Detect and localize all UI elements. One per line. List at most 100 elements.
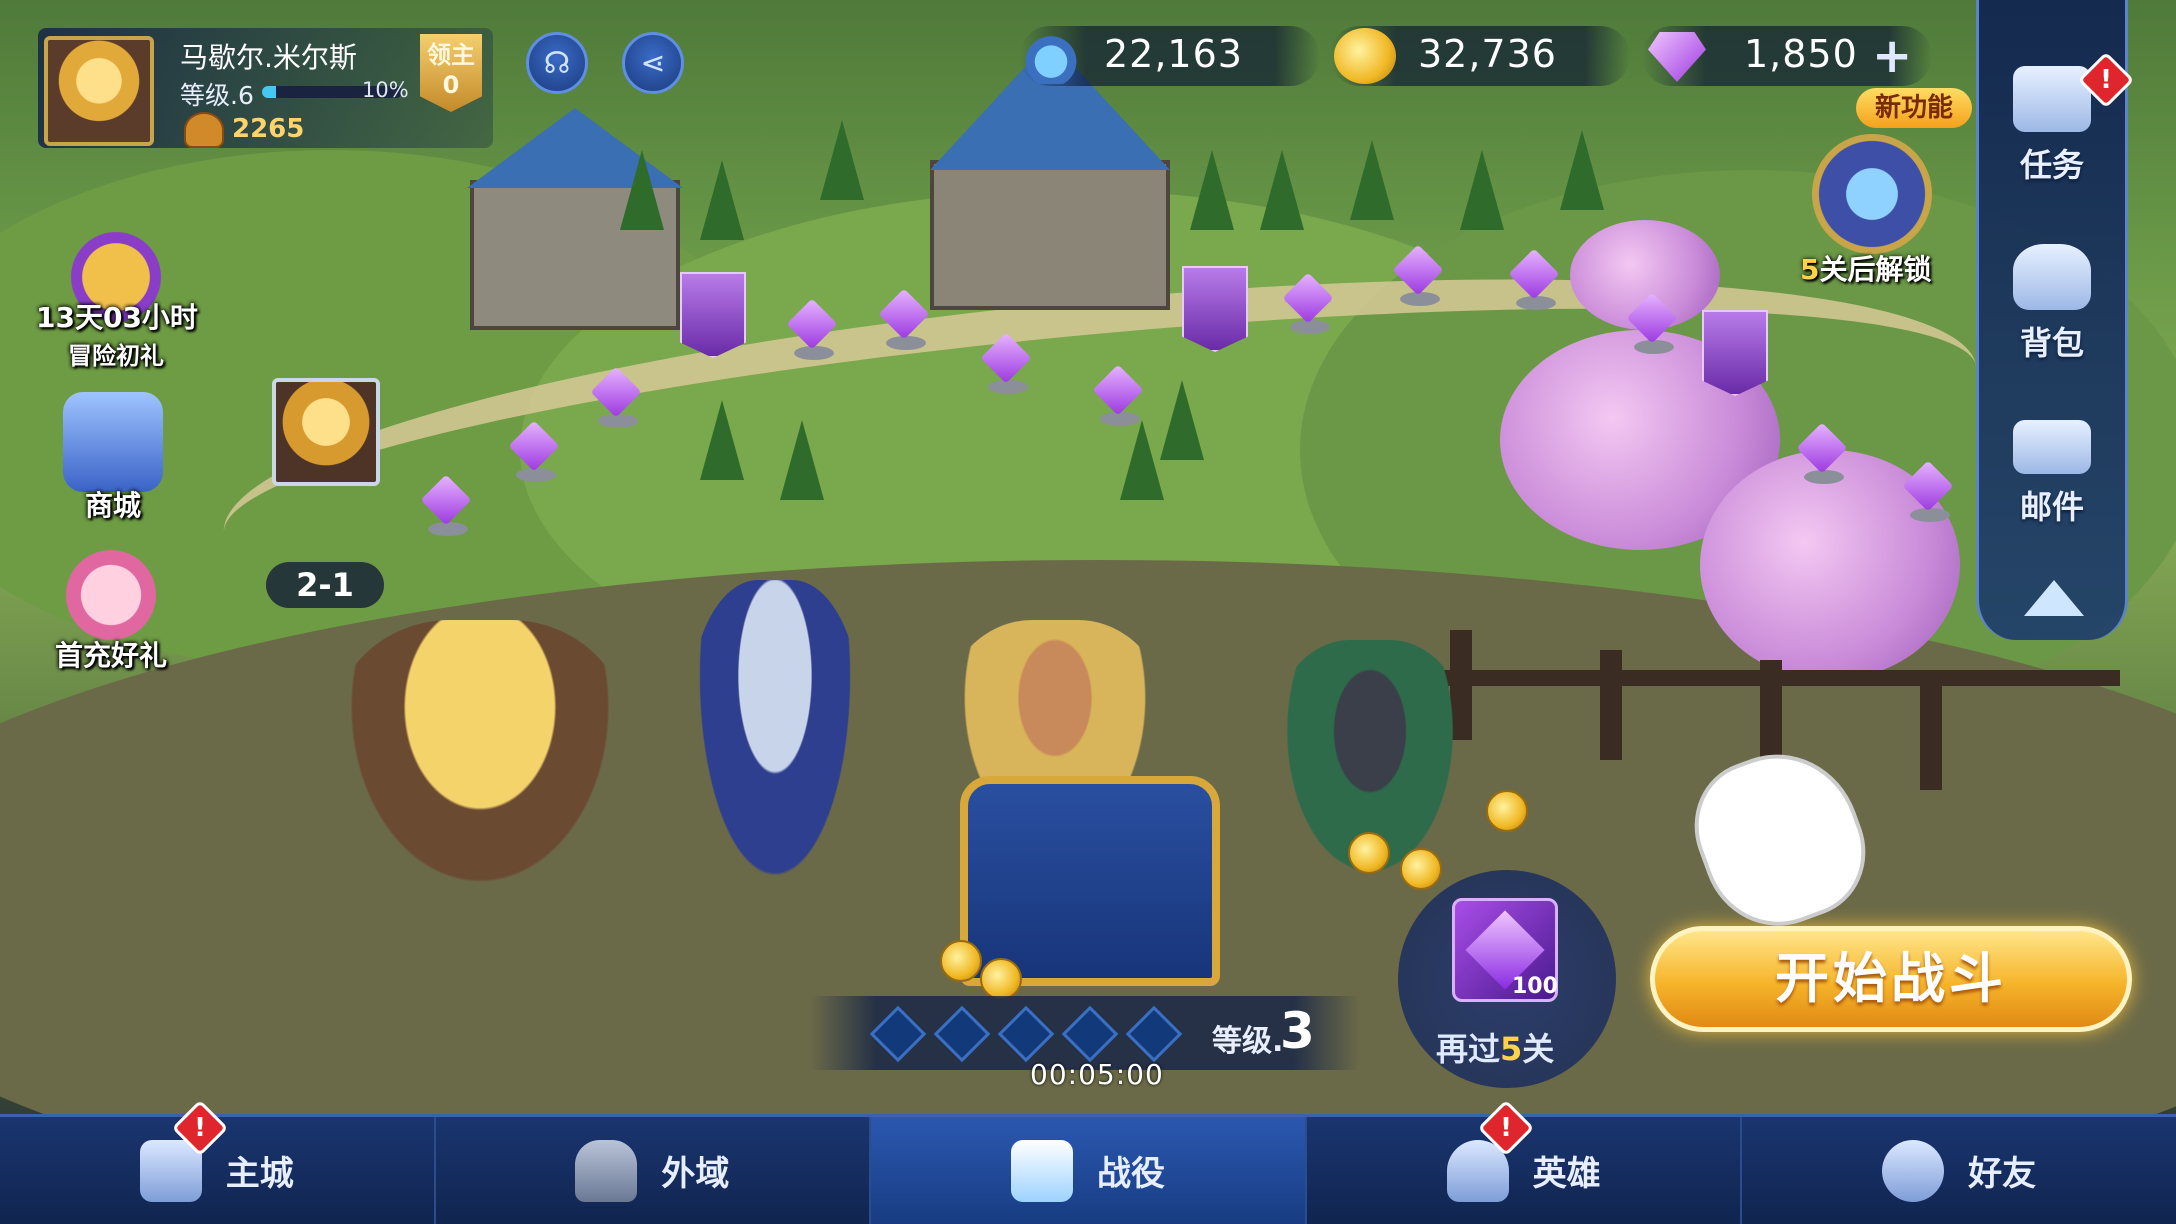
player-name: 马歇尔.米尔斯 [180,41,357,74]
power-value: 2265 [232,114,305,144]
gem-reward-count: 100 [1512,974,1558,999]
gold-coin-icon [980,958,1022,1000]
start-battle-button[interactable]: 开始战斗 [1650,926,2132,1032]
gem-value: 1,850 [1744,32,1858,76]
quest-label: 任务 [2019,146,2084,184]
mail-label: 邮件 [2019,488,2084,526]
player-level: 等级.6 [180,81,254,110]
stage-node[interactable] [878,288,930,350]
tree [1560,130,1604,210]
treasure-chest-icon[interactable] [960,776,1220,986]
player-avatar[interactable] [44,36,154,146]
adventure-gift-timer: 13天03小时 [36,301,198,334]
tab-main-city-label: 主城 [225,1154,294,1194]
lord-badge-value: 0 [442,71,460,99]
idle-timer: 00:05:00 [1030,1058,1164,1091]
tree [820,120,864,200]
add-gems-button[interactable]: + [1872,28,1912,84]
tree [1120,420,1164,500]
gold-coin-icon [1334,28,1396,84]
lord-badge-title: 领主 [427,41,475,69]
gold-coin-icon [1400,848,1442,890]
stage-node[interactable] [420,474,472,536]
fence-rail [1420,670,2120,686]
stage-node[interactable] [980,332,1032,394]
reward-progress-text: 再过5关 [1436,1030,1555,1068]
tab-friends[interactable]: 好友 [1742,1117,2176,1224]
tree [1160,380,1204,460]
tab-outer-realm-label: 外域 [661,1154,730,1194]
unlock-label: 关后解锁 [1819,253,1932,286]
unlock-count: 5 [1800,253,1820,286]
current-stage-hero-portrait[interactable] [272,378,380,486]
quest-icon [2013,66,2091,132]
gold-coin-icon [940,940,982,982]
boss-stage-banner[interactable] [1182,266,1248,352]
tab-campaign[interactable]: 战役 [871,1117,1307,1224]
tree [1460,150,1504,230]
mail-icon [2013,420,2091,474]
shop-label: 商城 [84,489,141,522]
stage-node[interactable] [1796,422,1848,484]
mail-button[interactable]: 邮件 [1979,420,2125,528]
tree [1190,150,1234,230]
battle-level-label: 等级. [1212,1024,1284,1059]
hero-gunner-girl [330,620,630,910]
adventure-gift-event[interactable]: 13天03小时 冒险初礼 [36,222,198,371]
stage-node[interactable] [1508,248,1560,310]
backpack-label: 背包 [2019,324,2084,362]
potion-value: 22,163 [1104,32,1243,76]
stage-node[interactable] [508,420,560,482]
backpack-button[interactable]: 背包 [1979,244,2125,364]
stage-node[interactable] [1902,460,1954,522]
shop-icon [63,392,163,492]
new-feature-portal-icon[interactable] [1812,134,1932,254]
battle-level-value: 3 [1280,1002,1315,1060]
xp-progress-fill [262,86,276,98]
stage-node[interactable] [1626,292,1678,354]
potion-icon [1020,28,1082,84]
stage-node[interactable] [590,366,642,428]
headset-icon[interactable]: ☊ [526,32,588,94]
boss-stage-banner[interactable] [680,272,746,358]
bottom-navigation: 主城 外域 战役 英雄 好友 [0,1114,2176,1224]
stage-node[interactable] [1392,244,1444,306]
hero-elf-mage [690,580,860,900]
gold-coin-icon [1486,790,1528,832]
stage-node[interactable] [786,298,838,360]
shop-button[interactable]: 商城 [48,392,178,524]
lock-icon [575,1139,638,1202]
stage-node[interactable] [1092,364,1144,426]
tab-outer-realm[interactable]: 外域 [436,1117,872,1224]
lord-badge[interactable]: 领主 0 [420,34,482,112]
first-charge-gift-button[interactable]: 首充好礼 [36,550,186,674]
tab-friends-label: 好友 [1968,1154,2037,1194]
xp-percent: 10% [362,78,409,102]
current-stage-label: 2-1 [266,562,384,608]
tab-campaign-label: 战役 [1096,1154,1165,1194]
stage-node[interactable] [1282,272,1334,334]
feature-unlock-text: 5关后解锁 [1800,248,1932,288]
tree [620,150,664,230]
tree [700,400,744,480]
tree [780,420,824,500]
village-house [930,160,1170,310]
tab-heroes-label: 英雄 [1532,1154,1601,1194]
gold-coin-icon [1348,832,1390,874]
share-icon[interactable]: ⋖ [622,32,684,94]
tree [1350,140,1394,220]
tree [1260,150,1304,230]
boss-stage-banner[interactable] [1702,310,1768,396]
backpack-icon [2013,244,2091,310]
sword-icon [1010,1139,1073,1202]
fence-post [1920,680,1942,790]
fist-power-icon [184,112,224,148]
adventure-gift-label: 冒险初礼 [68,342,164,370]
gold-value: 32,736 [1418,32,1557,76]
first-charge-label: 首充好礼 [54,639,167,672]
friends-icon [1882,1139,1945,1202]
tree [700,160,744,240]
collapse-menu-arrow-icon[interactable] [2024,580,2084,616]
fence-post [1600,650,1622,760]
new-feature-badge: 新功能 [1856,88,1972,128]
